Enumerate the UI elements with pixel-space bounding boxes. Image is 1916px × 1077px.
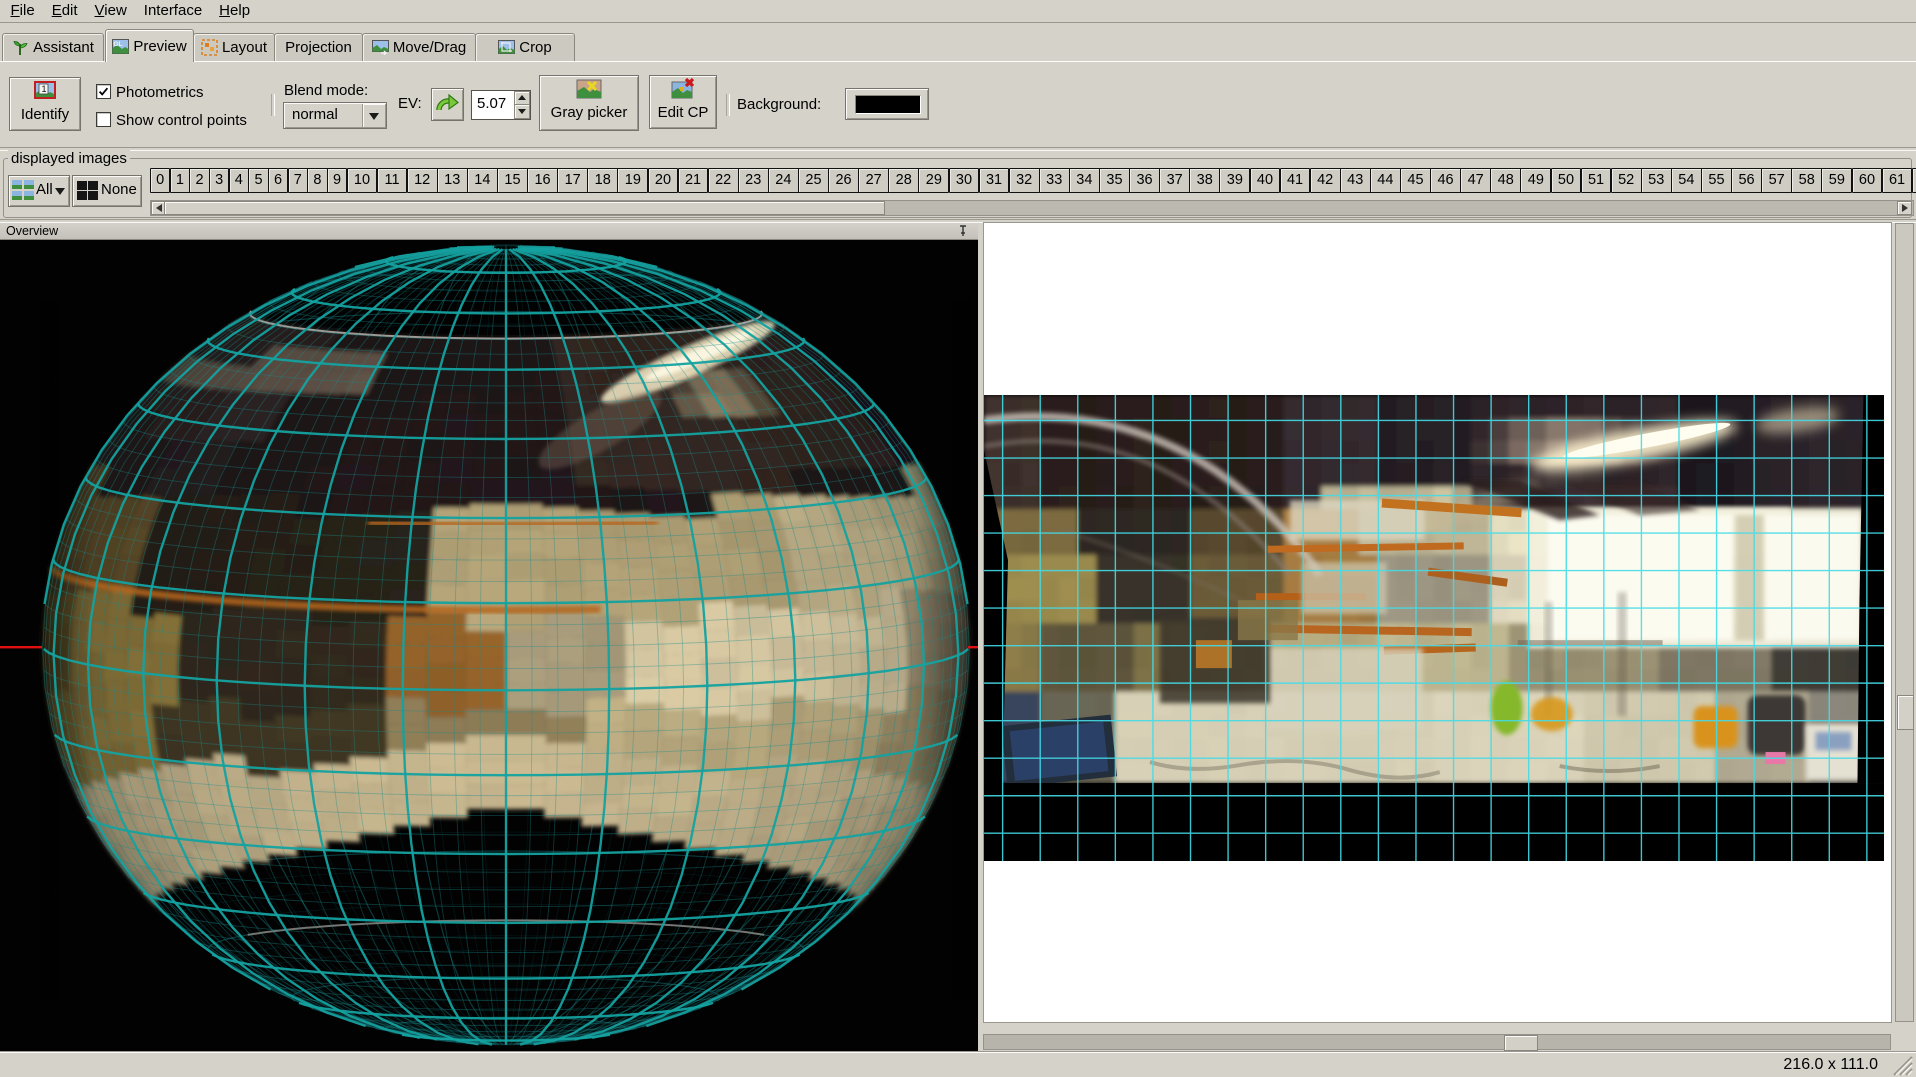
svg-text:GL: GL [114, 41, 123, 48]
svg-text:1: 1 [42, 84, 47, 94]
